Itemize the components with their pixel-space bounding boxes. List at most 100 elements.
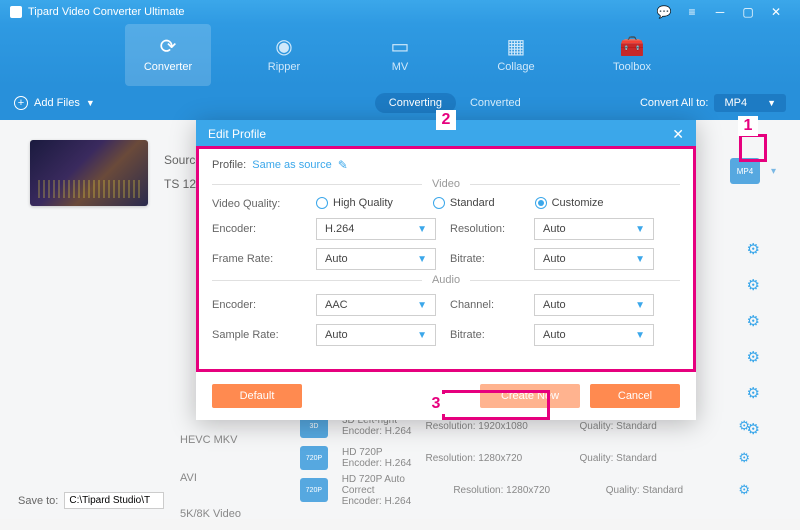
profile-quality: Quality: Standard — [580, 453, 700, 464]
select-sample-rate[interactable]: Auto▼ — [316, 324, 436, 346]
profile-row[interactable]: 720P HD 720P Auto Correct Encoder: H.264… — [160, 474, 760, 506]
annotation-number-3: 3 — [426, 394, 446, 414]
chevron-down-icon: ▼ — [86, 98, 95, 108]
mv-icon: ▭ — [391, 37, 410, 57]
annotation-number-1: 1 — [738, 116, 758, 136]
ripper-icon: ◉ — [275, 37, 292, 57]
select-audio-bitrate[interactable]: Auto▼ — [534, 324, 654, 346]
main-nav: ⟳ Converter ◉ Ripper ▭ MV ▦ Collage 🧰 To… — [0, 24, 800, 86]
plus-icon: + — [14, 96, 28, 110]
settings-gear-icon[interactable]: ⚙ — [747, 240, 760, 258]
label-sample-rate: Sample Rate: — [212, 329, 302, 341]
modal-footer: Default Create New Cancel — [212, 384, 680, 408]
maximize-button[interactable]: ▢ — [734, 5, 762, 19]
video-section-title: Video — [212, 178, 680, 190]
nav-converter[interactable]: ⟳ Converter — [125, 24, 211, 86]
default-button[interactable]: Default — [212, 384, 302, 408]
cancel-button[interactable]: Cancel — [590, 384, 680, 408]
nav-toolbox[interactable]: 🧰 Toolbox — [589, 24, 675, 86]
settings-gear-icon[interactable]: ⚙ — [747, 348, 760, 366]
add-files-button[interactable]: + Add Files ▼ — [14, 96, 95, 110]
collage-icon: ▦ — [507, 37, 526, 57]
converter-icon: ⟳ — [160, 37, 177, 57]
save-to-input[interactable] — [64, 492, 164, 509]
close-button[interactable]: ✕ — [762, 5, 790, 19]
chevron-down-icon: ▼ — [767, 98, 776, 108]
label-video-quality: Video Quality: — [212, 198, 302, 210]
select-channel[interactable]: Auto▼ — [534, 294, 654, 316]
nav-ripper[interactable]: ◉ Ripper — [241, 24, 327, 86]
profile-thumb-icon: 720P — [300, 446, 328, 470]
select-resolution[interactable]: Auto▼ — [534, 218, 654, 240]
radio-customize[interactable]: Customize — [535, 197, 604, 209]
toolbox-icon: 🧰 — [620, 37, 645, 57]
modal-close-button[interactable]: ✕ — [672, 126, 684, 143]
chevron-down-icon: ▾ — [771, 166, 776, 177]
chevron-down-icon: ▼ — [417, 300, 427, 311]
create-new-button[interactable]: Create New — [480, 384, 580, 408]
chevron-down-icon: ▼ — [417, 224, 427, 235]
title-bar: Tipard Video Converter Ultimate 💬 ≡ ─ ▢ … — [0, 0, 800, 24]
label-frame-rate: Frame Rate: — [212, 253, 302, 265]
category-5k8k[interactable]: 5K/8K Video — [180, 498, 241, 530]
radio-icon — [433, 197, 445, 209]
select-audio-encoder[interactable]: AAC▼ — [316, 294, 436, 316]
add-files-label: Add Files — [34, 97, 80, 109]
profile-value: Same as source — [252, 159, 331, 171]
chevron-down-icon: ▼ — [417, 254, 427, 265]
audio-section-title: Audio — [212, 274, 680, 286]
profile-encoder: Encoder: H.264 — [342, 426, 412, 437]
category-hevc-mkv[interactable]: HEVC MKV — [180, 424, 237, 456]
radio-standard[interactable]: Standard — [433, 197, 495, 209]
edit-pencil-icon[interactable]: ✎ — [338, 158, 348, 172]
radio-icon — [316, 197, 328, 209]
profile-label: Profile: — [212, 159, 246, 171]
settings-gear-icon[interactable]: ⚙ — [747, 384, 760, 402]
profile-name: HD 720P Auto Correct — [342, 474, 440, 496]
category-avi[interactable]: AVI — [180, 462, 197, 494]
tab-converted[interactable]: Converted — [456, 93, 535, 113]
nav-label: Ripper — [268, 61, 300, 73]
profile-encoder: Encoder: H.264 — [342, 458, 412, 469]
menu-icon[interactable]: ≡ — [678, 5, 706, 19]
profile-row[interactable]: 720P HD 720P Encoder: H.264 Resolution: … — [160, 442, 760, 474]
convert-all-control: Convert All to: MP4 ▼ — [640, 94, 786, 112]
label-resolution: Resolution: — [450, 223, 520, 235]
radio-high-quality[interactable]: High Quality — [316, 197, 393, 209]
badge-label: MP4 — [737, 167, 753, 176]
format-list: HEVC MKV AVI 5K/8K Video 3D 3D Left-righ… — [160, 410, 760, 506]
settings-gear-icon[interactable]: ⚙ — [738, 482, 750, 498]
select-video-bitrate[interactable]: Auto▼ — [534, 248, 654, 270]
settings-gear-icon[interactable]: ⚙ — [738, 450, 750, 466]
convert-all-label: Convert All to: — [640, 97, 708, 109]
app-logo-icon — [10, 6, 22, 18]
save-to-label: Save to: — [18, 495, 58, 507]
settings-gear-icon[interactable]: ⚙ — [747, 276, 760, 294]
minimize-button[interactable]: ─ — [706, 5, 734, 19]
nav-mv[interactable]: ▭ MV — [357, 24, 443, 86]
feedback-icon[interactable]: 💬 — [650, 5, 678, 19]
annotation-number-2: 2 — [436, 110, 456, 130]
profile-name: HD 720P — [342, 447, 412, 458]
profile-resolution: Resolution: 1280x720 — [426, 453, 566, 464]
video-thumbnail[interactable] — [30, 140, 148, 206]
settings-gear-icon[interactable]: ⚙ — [747, 312, 760, 330]
convert-all-dropdown[interactable]: MP4 ▼ — [714, 94, 786, 112]
chevron-down-icon: ▼ — [635, 300, 645, 311]
chevron-down-icon: ▼ — [417, 330, 427, 341]
chevron-down-icon: ▼ — [635, 254, 645, 265]
label-channel: Channel: — [450, 299, 520, 311]
edit-profile-modal: Edit Profile ✕ Profile: Same as source ✎… — [196, 120, 696, 420]
app-title: Tipard Video Converter Ultimate — [28, 6, 650, 18]
annotation-box-gear — [739, 134, 767, 162]
nav-collage[interactable]: ▦ Collage — [473, 24, 559, 86]
modal-title: Edit Profile — [208, 127, 266, 141]
nav-label: Toolbox — [613, 61, 651, 73]
settings-gear-icon[interactable]: ⚙ — [738, 418, 750, 434]
modal-body: Profile: Same as source ✎ Video Video Qu… — [196, 148, 696, 346]
select-video-encoder[interactable]: H.264▼ — [316, 218, 436, 240]
select-frame-rate[interactable]: Auto▼ — [316, 248, 436, 270]
profile-thumb-icon: 720P — [300, 478, 328, 502]
profile-resolution: Resolution: 1280x720 — [453, 485, 591, 496]
profile-quality: Quality: Standard — [606, 485, 725, 496]
